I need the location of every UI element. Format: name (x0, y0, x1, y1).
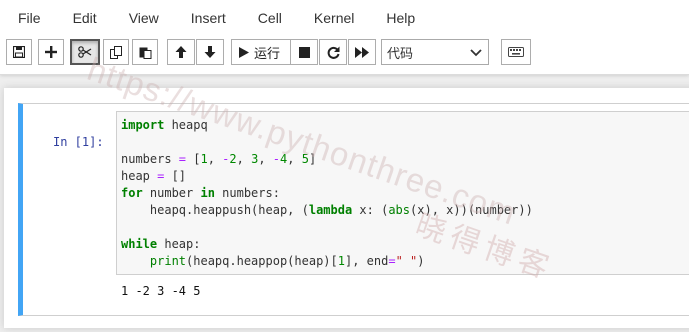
cell-type-select[interactable]: 代码 (381, 39, 489, 65)
copy-icon (109, 45, 122, 59)
restart-icon (327, 46, 339, 59)
code-editor[interactable]: import heapq numbers = [1, -2, 3, -4, 5]… (116, 111, 689, 275)
menu-kernel[interactable]: Kernel (304, 1, 364, 35)
toolbar: 运行 代码 (0, 38, 689, 66)
move-up-button[interactable] (167, 39, 195, 65)
plus-icon (45, 46, 57, 58)
copy-button[interactable] (103, 39, 129, 65)
notebook-header: File Edit View Insert Cell Kernel Help 运… (0, 0, 689, 75)
save-icon (13, 46, 25, 58)
save-button[interactable] (6, 39, 32, 65)
run-all-button[interactable] (348, 39, 376, 65)
menu-view[interactable]: View (119, 1, 169, 35)
paste-icon (139, 47, 151, 59)
menu-file[interactable]: File (8, 1, 51, 35)
menu-cell[interactable]: Cell (248, 1, 292, 35)
cut-button[interactable] (70, 39, 100, 65)
menu-edit[interactable]: Edit (63, 1, 107, 35)
cell-type-value: 代码 (387, 46, 414, 62)
chevron-down-icon (470, 49, 482, 57)
command-palette-button[interactable] (501, 39, 531, 65)
restart-button[interactable] (319, 39, 347, 65)
input-prompt: In [1]: (53, 135, 104, 149)
run-label: 运行 (254, 46, 281, 62)
fast-forward-icon (355, 46, 369, 58)
notebook-container: In [1]: import heapq numbers = [1, -2, 3… (4, 88, 689, 328)
code-cell[interactable]: In [1]: import heapq numbers = [1, -2, 3… (18, 103, 689, 316)
arrow-down-icon (204, 46, 216, 58)
cut-icon (78, 46, 92, 58)
cell-output: 1 -2 3 -4 5 (121, 284, 201, 298)
stop-icon (298, 46, 310, 58)
interrupt-button[interactable] (290, 39, 318, 65)
run-button[interactable]: 运行 (231, 39, 291, 65)
move-down-button[interactable] (196, 39, 224, 65)
menubar: File Edit View Insert Cell Kernel Help (0, 0, 437, 36)
insert-cell-button[interactable] (38, 39, 64, 65)
arrow-up-icon (175, 46, 187, 58)
keyboard-icon (508, 47, 524, 57)
code-text[interactable]: import heapq numbers = [1, -2, 3, -4, 5]… (121, 117, 533, 270)
paste-button[interactable] (132, 39, 158, 65)
menu-help[interactable]: Help (376, 1, 425, 35)
menu-insert[interactable]: Insert (181, 1, 236, 35)
run-icon (239, 46, 249, 58)
